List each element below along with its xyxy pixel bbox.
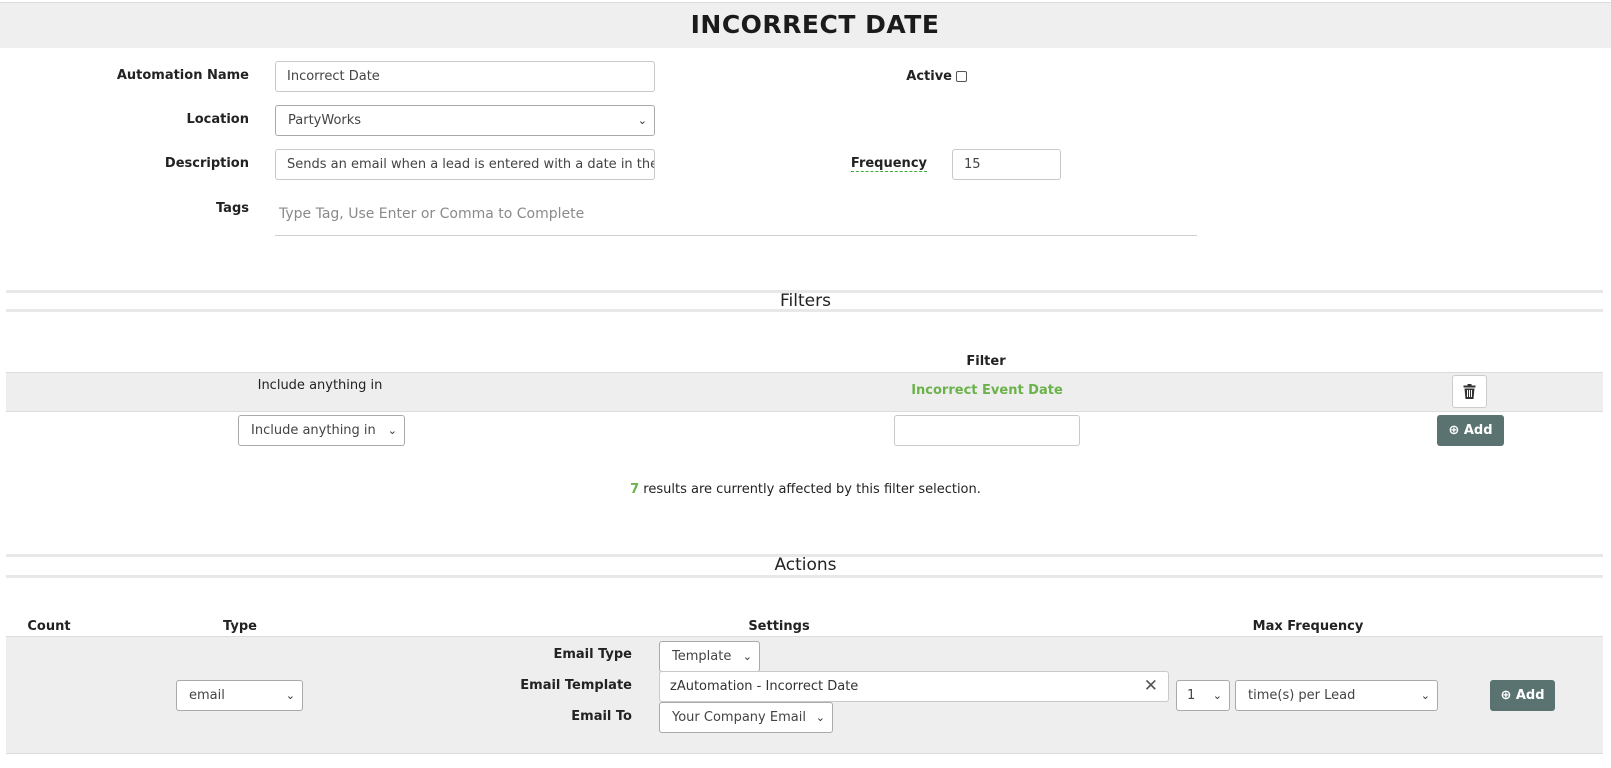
close-icon[interactable]: ✕ bbox=[1144, 672, 1158, 701]
automation-name-input[interactable]: Incorrect Date bbox=[275, 61, 655, 92]
tags-label: Tags bbox=[215, 201, 249, 216]
email-template-label: Email Template bbox=[520, 678, 632, 693]
chevron-down-icon: ⌄ bbox=[815, 711, 825, 724]
chevron-down-icon: ⌄ bbox=[637, 114, 647, 127]
add-filter-button-label: Add bbox=[1463, 423, 1493, 438]
add-action-button-label: Add bbox=[1515, 688, 1545, 703]
description-label: Description bbox=[164, 156, 249, 171]
type-column-header: Type bbox=[223, 619, 257, 634]
chevron-down-icon: ⌄ bbox=[742, 650, 752, 663]
count-column-header: Count bbox=[27, 619, 71, 634]
filter-row-name[interactable]: Incorrect Event Date bbox=[887, 383, 1087, 398]
add-filter-button[interactable]: ⊕ Add bbox=[1437, 415, 1504, 446]
active-label: Active bbox=[906, 69, 952, 84]
email-template-input[interactable]: zAutomation - Incorrect Date ✕ bbox=[659, 671, 1169, 702]
email-to-select[interactable]: Your Company Email ⌄ bbox=[659, 702, 833, 733]
filter-input[interactable] bbox=[894, 415, 1080, 446]
location-select[interactable]: PartyWorks ⌄ bbox=[275, 105, 655, 136]
email-type-select-value: Template bbox=[672, 649, 732, 664]
filters-rule-bottom bbox=[6, 309, 1603, 312]
frequency-label: Frequency bbox=[850, 156, 927, 172]
page-title: INCORRECT DATE bbox=[690, 10, 940, 39]
tags-underline bbox=[275, 235, 1197, 236]
action-type-select-value: email bbox=[189, 688, 225, 703]
results-count: 7 bbox=[630, 482, 640, 497]
trash-icon bbox=[1463, 384, 1476, 399]
filter-mode-select[interactable]: Include anything in ⌄ bbox=[238, 415, 405, 446]
filters-section-title: Filters bbox=[780, 291, 831, 311]
actions-rule-bottom bbox=[6, 575, 1603, 578]
automation-name-label: Automation Name bbox=[116, 68, 249, 83]
plus-circle-icon: ⊕ bbox=[1448, 423, 1460, 438]
chevron-down-icon: ⌄ bbox=[1212, 689, 1222, 702]
filter-column-header: Filter bbox=[966, 354, 1006, 369]
max-frequency-column-header: Max Frequency bbox=[1252, 619, 1364, 634]
max-frequency-unit-value: time(s) per Lead bbox=[1248, 688, 1356, 703]
email-to-select-value: Your Company Email bbox=[672, 710, 806, 725]
max-frequency-count-value: 1 bbox=[1187, 688, 1196, 703]
email-template-value: zAutomation - Incorrect Date bbox=[670, 679, 859, 694]
location-label: Location bbox=[186, 112, 249, 127]
description-input[interactable]: Sends an email when a lead is entered wi… bbox=[275, 149, 655, 180]
max-frequency-unit-select[interactable]: time(s) per Lead ⌄ bbox=[1235, 680, 1438, 711]
plus-circle-icon: ⊕ bbox=[1500, 688, 1512, 703]
chevron-down-icon: ⌄ bbox=[1420, 689, 1430, 702]
email-type-label: Email Type bbox=[553, 647, 632, 662]
results-text: results are currently affected by this f… bbox=[643, 482, 981, 497]
settings-column-header: Settings bbox=[748, 619, 810, 634]
email-type-select[interactable]: Template ⌄ bbox=[659, 641, 760, 672]
tags-input[interactable]: Type Tag, Use Enter or Comma to Complete bbox=[279, 206, 584, 222]
add-action-button[interactable]: ⊕ Add bbox=[1490, 680, 1555, 711]
filter-results: 7 results are currently affected by this… bbox=[0, 482, 1611, 497]
email-to-label: Email To bbox=[571, 709, 632, 724]
location-select-value: PartyWorks bbox=[288, 113, 362, 128]
actions-section-title: Actions bbox=[774, 555, 837, 575]
active-checkbox[interactable] bbox=[956, 71, 967, 82]
frequency-input[interactable]: 15 bbox=[952, 149, 1061, 180]
action-type-select[interactable]: email ⌄ bbox=[176, 680, 303, 711]
delete-filter-button[interactable] bbox=[1452, 375, 1487, 408]
filter-row-mode: Include anything in bbox=[257, 378, 383, 393]
filter-mode-select-value: Include anything in bbox=[251, 423, 376, 438]
chevron-down-icon: ⌄ bbox=[387, 424, 397, 437]
max-frequency-count-select[interactable]: 1 ⌄ bbox=[1176, 680, 1230, 711]
chevron-down-icon: ⌄ bbox=[285, 689, 295, 702]
